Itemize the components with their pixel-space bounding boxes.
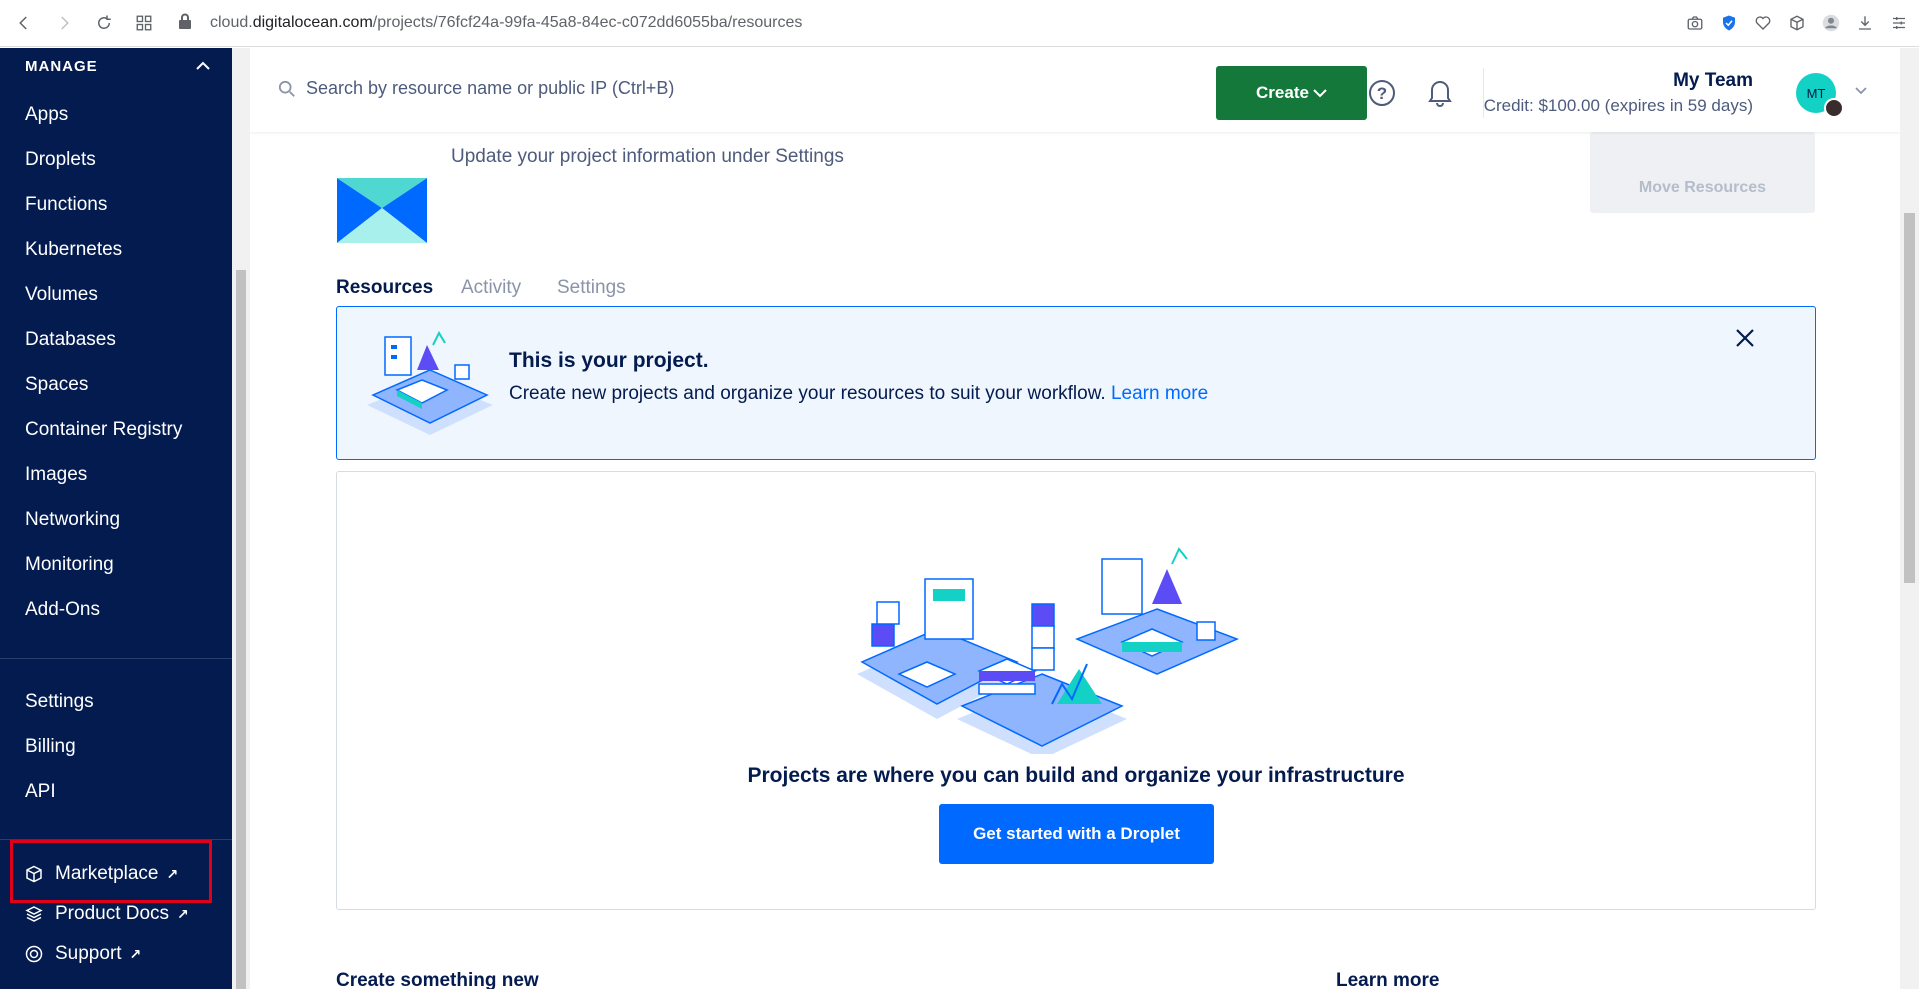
sidebar-item-images[interactable]: Images (25, 464, 87, 486)
tab-resources[interactable]: Resources (336, 277, 433, 299)
help-icon[interactable]: ? (1367, 78, 1397, 108)
sidebar-item-spaces[interactable]: Spaces (25, 374, 88, 396)
sidebar-link-product-docs[interactable]: Product Docs ↗ (25, 903, 189, 925)
url-path: /projects/76fcf24a-99fa-45a8-84ec-c072dd… (372, 14, 803, 31)
url-prefix: cloud. (210, 14, 253, 31)
tab-settings[interactable]: Settings (557, 277, 626, 299)
sidebar-item-container-registry[interactable]: Container Registry (25, 419, 182, 441)
url-host: digitalocean.com (252, 14, 373, 31)
external-arrow-icon: ↗ (129, 945, 142, 962)
sidebar-item-volumes[interactable]: Volumes (25, 284, 98, 306)
sidebar-item-billing[interactable]: Billing (25, 736, 76, 758)
infrastructure-illustration (857, 547, 1239, 754)
create-button-label: Create (1256, 83, 1309, 102)
create-button[interactable]: Create (1216, 66, 1367, 120)
team-name: My Team (1673, 70, 1753, 91)
sidebar-item-functions[interactable]: Functions (25, 194, 107, 216)
chevron-down-icon (1313, 89, 1327, 98)
sidebar-item-apps[interactable]: Apps (25, 104, 68, 126)
box-icon[interactable] (1783, 7, 1811, 39)
back-icon[interactable] (8, 7, 40, 39)
banner-title: This is your project. (509, 349, 709, 372)
close-icon[interactable] (1734, 327, 1756, 349)
sidebar-item-kubernetes[interactable]: Kubernetes (25, 239, 122, 261)
forward-icon[interactable] (48, 7, 80, 39)
team-info[interactable]: My Team Credit: $100.00 (expires in 59 d… (1484, 70, 1753, 116)
apps-grid-icon[interactable] (128, 7, 160, 39)
support-label: Support (55, 943, 122, 964)
empty-state-card: Projects are where you can build and org… (336, 471, 1816, 910)
sidebar-item-monitoring[interactable]: Monitoring (25, 554, 114, 576)
main-content: Search by resource name or public IP (Ct… (250, 48, 1900, 989)
reload-icon[interactable] (88, 7, 120, 39)
stack-icon (25, 905, 43, 923)
svg-text:?: ? (1377, 84, 1387, 103)
sidebar-item-networking[interactable]: Networking (25, 509, 120, 531)
search-icon (278, 80, 295, 97)
learn-section-heading: Learn more (1336, 970, 1440, 989)
external-arrow-icon: ↗ (177, 905, 189, 922)
create-section-heading: Create something new (336, 970, 539, 989)
sidebar-link-support[interactable]: Support ↗ (25, 943, 141, 965)
download-icon[interactable] (1851, 7, 1879, 39)
sidebar-item-databases[interactable]: Databases (25, 329, 116, 351)
top-bar: Search by resource name or public IP (Ct… (250, 48, 1900, 132)
menu-lines-icon[interactable] (1885, 7, 1913, 39)
sidebar-item-settings[interactable]: Settings (25, 691, 94, 713)
chevron-up-icon (196, 58, 210, 75)
manage-title: MANAGE (25, 58, 98, 75)
lock-icon (178, 13, 192, 34)
sidebar-scrollbar[interactable] (232, 48, 250, 989)
move-resources-label: Move Resources (1638, 179, 1767, 196)
profile-icon[interactable] (1817, 7, 1845, 39)
page-scrollbar[interactable] (1900, 48, 1919, 989)
product-docs-label: Product Docs (55, 903, 170, 924)
project-subtitle: Update your project information under Se… (451, 146, 844, 167)
banner-body: Create new projects and organize your re… (509, 383, 1106, 404)
banner-text: Create new projects and organize your re… (509, 383, 1208, 405)
info-banner: This is your project. Create new project… (336, 306, 1816, 460)
address-bar[interactable]: cloud. digitalocean.com/projects/76fcf24a… (178, 13, 802, 34)
sidebar-divider (0, 658, 232, 659)
marketplace-highlight-box (10, 840, 212, 903)
bell-icon[interactable] (1425, 76, 1455, 108)
lifebuoy-icon (25, 945, 43, 963)
team-chevron-down-icon[interactable] (1854, 84, 1868, 98)
sidebar-scrollbar-thumb[interactable] (236, 270, 246, 989)
get-started-droplet-button[interactable]: Get started with a Droplet (939, 804, 1214, 864)
user-photo-badge (1824, 98, 1844, 118)
search-input[interactable]: Search by resource name or public IP (Ct… (306, 78, 674, 99)
heart-icon[interactable] (1749, 7, 1777, 39)
shield-icon[interactable] (1715, 7, 1743, 39)
tab-activity[interactable]: Activity (461, 277, 521, 299)
project-illustration (367, 330, 493, 435)
browser-toolbar: cloud. digitalocean.com/projects/76fcf24a… (0, 0, 1919, 47)
manage-section-header[interactable]: MANAGE (25, 58, 210, 75)
learn-more-link[interactable]: Learn more (1111, 383, 1208, 404)
search-bar[interactable]: Search by resource name or public IP (Ct… (278, 78, 674, 99)
camera-icon[interactable] (1681, 7, 1709, 39)
move-resources-button[interactable]: Move Resources (1590, 132, 1815, 213)
sidebar-item-api[interactable]: API (25, 781, 56, 803)
credit-text: Credit: $100.00 (expires in 59 days) (1483, 96, 1753, 115)
sidebar-item-droplets[interactable]: Droplets (25, 149, 96, 171)
page-scrollbar-thumb[interactable] (1904, 213, 1915, 583)
empty-state-title: Projects are where you can build and org… (747, 764, 1405, 787)
avatar-initials: MT (1806, 85, 1826, 101)
sidebar-item-add-ons[interactable]: Add-Ons (25, 599, 100, 621)
